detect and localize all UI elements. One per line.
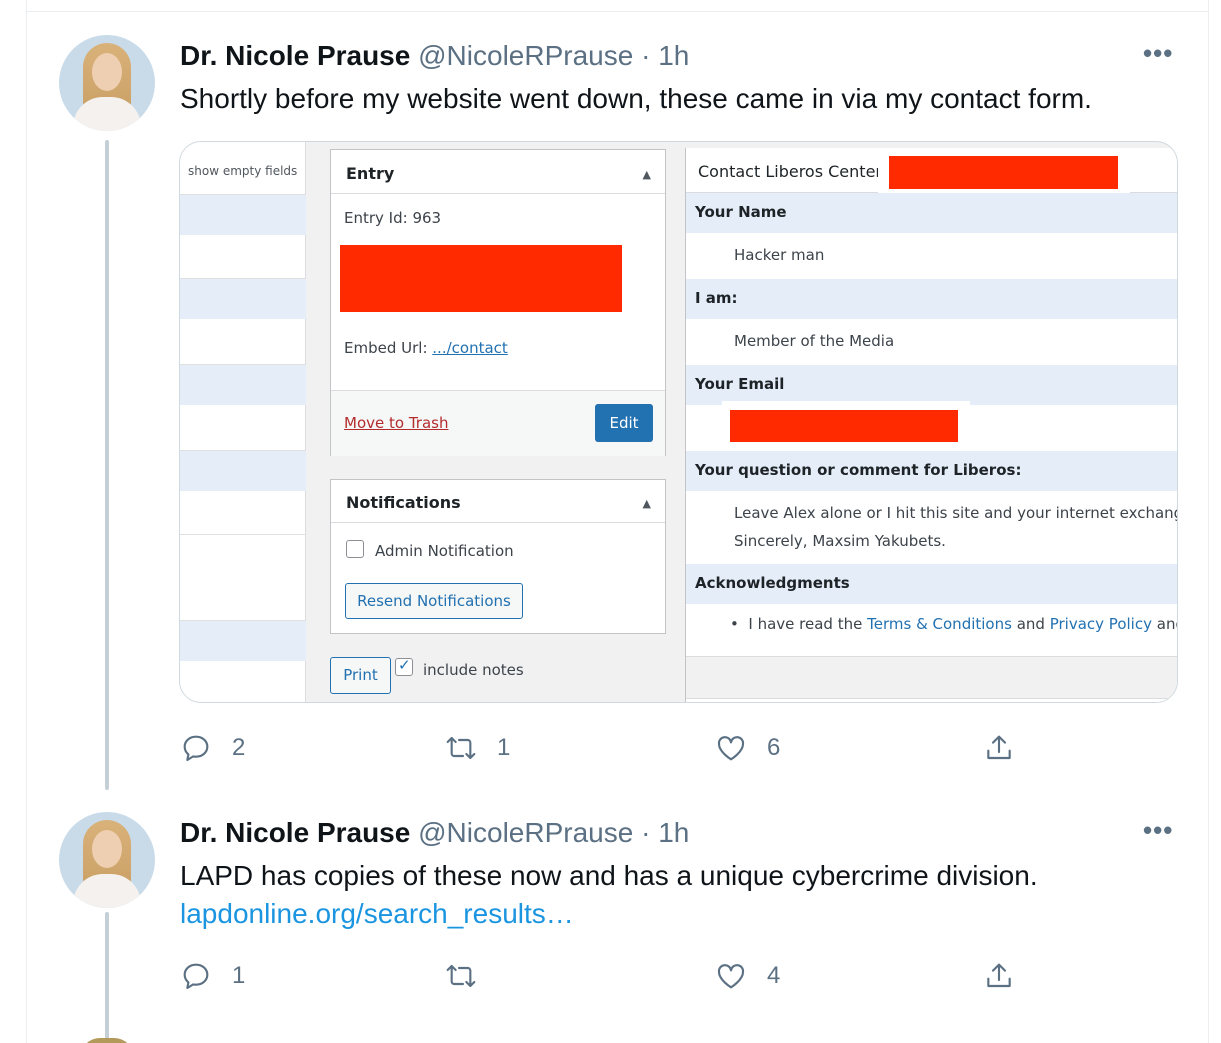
include-notes-label: include notes xyxy=(423,661,524,679)
like-count: 4 xyxy=(767,962,781,989)
like-button[interactable]: 6 xyxy=(715,728,780,768)
show-empty-fields-label: show empty fields xyxy=(188,164,298,178)
thread-connector xyxy=(105,912,109,1043)
reply-icon xyxy=(183,963,209,990)
more-icon[interactable]: ••• xyxy=(1143,38,1173,69)
tweet-link[interactable]: lapdonline.org/search_results… xyxy=(180,895,574,933)
include-notes-checkbox[interactable] xyxy=(395,656,413,676)
redaction-block xyxy=(889,156,1118,189)
tweet-media-image[interactable]: show empty fields Entry ▲ Entry Id: 963 … xyxy=(179,141,1178,703)
timestamp[interactable]: 1h xyxy=(658,817,689,848)
avatar[interactable] xyxy=(59,812,155,908)
notifications-box: Notifications ▲ Admin Notification Resen… xyxy=(330,479,666,634)
timeline-border-left xyxy=(26,0,27,1043)
like-icon xyxy=(717,964,745,989)
tweet-actions: 2 1 6 xyxy=(180,728,1020,768)
tweet-header: Dr. Nicole Prause @NicoleRPrause · 1h xyxy=(180,39,689,73)
like-count: 6 xyxy=(767,734,781,761)
form-entry-panel: Contact Liberos Center Your Name Hacker … xyxy=(685,148,1178,702)
timestamp[interactable]: 1h xyxy=(658,40,689,71)
field-label-row: Your question or comment for Liberos: xyxy=(686,451,1177,491)
retweet-icon xyxy=(446,964,476,988)
notifications-box-title: Notifications xyxy=(346,493,461,512)
reply-count: 1 xyxy=(232,962,246,989)
timeline-border-right xyxy=(1208,0,1209,1043)
retweet-button[interactable]: 1 xyxy=(445,728,510,768)
print-button[interactable]: Print xyxy=(330,657,391,694)
retweet-count: 1 xyxy=(497,734,511,761)
form-title-bar: Contact Liberos Center xyxy=(686,148,1177,196)
entry-id: Entry Id: 963 xyxy=(344,209,442,227)
reply-icon xyxy=(183,735,209,762)
entries-column: show empty fields xyxy=(180,142,306,702)
tweet-actions: 1 4 xyxy=(180,956,1020,996)
acknowledgment-item: • I have read the Terms & Conditions and… xyxy=(730,615,1177,633)
avatar[interactable] xyxy=(59,35,155,131)
share-button[interactable] xyxy=(983,956,1015,996)
like-button[interactable]: 4 xyxy=(715,956,780,996)
author-handle[interactable]: @NicoleRPrause xyxy=(418,40,633,71)
form-title: Contact Liberos Center xyxy=(698,162,882,181)
tweet-header: Dr. Nicole Prause @NicoleRPrause · 1h xyxy=(180,816,689,850)
retweet-icon xyxy=(446,736,476,760)
separator: · xyxy=(641,817,651,848)
entry-box: Entry ▲ Entry Id: 963 Embed Url: .../con… xyxy=(330,149,666,456)
reply-button[interactable]: 1 xyxy=(180,956,245,996)
field-label-row: Your Email xyxy=(686,365,1177,405)
thread-connector xyxy=(105,140,109,790)
privacy-policy-link[interactable]: Privacy Policy xyxy=(1050,615,1152,633)
next-avatar-partial xyxy=(80,1038,134,1043)
author-handle[interactable]: @NicoleRPrause xyxy=(418,817,633,848)
reply-count: 2 xyxy=(232,734,246,761)
author-name[interactable]: Dr. Nicole Prause xyxy=(180,40,410,71)
admin-notification-label: Admin Notification xyxy=(375,542,514,560)
field-label-row: I am: xyxy=(686,279,1177,319)
separator: · xyxy=(641,40,651,71)
more-icon[interactable]: ••• xyxy=(1143,815,1173,846)
field-value-signature: Sincerely, Maxsim Yakubets. xyxy=(734,532,946,550)
timeline-border-top xyxy=(26,11,1209,12)
admin-notification-checkbox[interactable] xyxy=(346,540,364,558)
field-label-row: Your Name xyxy=(686,193,1177,233)
like-icon xyxy=(717,736,745,761)
field-value: Leave Alex alone or I hit this site and … xyxy=(734,504,1178,522)
resend-notifications-button[interactable]: Resend Notifications xyxy=(345,583,523,619)
terms-link[interactable]: Terms & Conditions xyxy=(867,615,1012,633)
tweet-text: Shortly before my website went down, the… xyxy=(180,83,1092,114)
collapse-caret-icon[interactable]: ▲ xyxy=(643,497,651,510)
retweet-button[interactable] xyxy=(445,956,477,996)
entry-box-title: Entry xyxy=(346,164,395,183)
edit-button[interactable]: Edit xyxy=(595,404,653,442)
share-button[interactable] xyxy=(983,728,1015,768)
redaction-block xyxy=(730,410,958,442)
embed-url-link[interactable]: .../contact xyxy=(432,339,508,357)
reply-button[interactable]: 2 xyxy=(180,728,245,768)
collapse-caret-icon[interactable]: ▲ xyxy=(643,168,651,181)
share-icon xyxy=(987,963,1011,988)
author-name[interactable]: Dr. Nicole Prause xyxy=(180,817,410,848)
share-icon xyxy=(987,735,1011,760)
embed-url-label: Embed Url: xyxy=(344,339,428,357)
field-label-row: Acknowledgments xyxy=(686,564,1177,604)
redaction-block xyxy=(340,245,622,312)
tweet-text: LAPD has copies of these now and has a u… xyxy=(180,860,1038,891)
field-value: Hacker man xyxy=(734,246,825,264)
field-value: Member of the Media xyxy=(734,332,895,350)
embed-url: Embed Url: .../contact xyxy=(344,339,508,357)
move-to-trash-link[interactable]: Move to Trash xyxy=(344,414,448,432)
